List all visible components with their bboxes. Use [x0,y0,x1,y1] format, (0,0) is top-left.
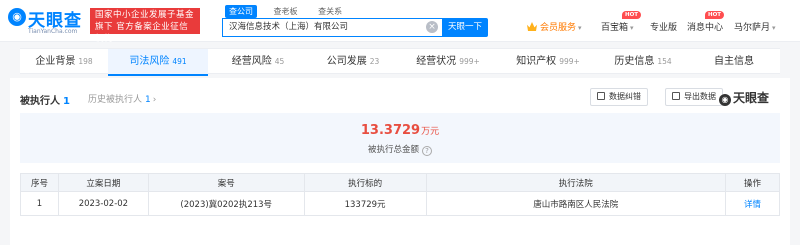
tab-count: 23 [369,57,380,66]
section-title-label: 被执行人 [20,96,60,107]
history-executed-link[interactable]: 历史被执行人 1 › [88,92,156,105]
tab-label: 公司发展 [326,56,367,67]
message-center-link[interactable]: 消息中心 [687,20,723,33]
tab-count: 999+ [559,57,580,66]
pro-version-link[interactable]: 专业版 [650,20,677,33]
tab-label: 经营风险 [231,56,272,67]
hot-badge: HOT [705,11,725,19]
company-section-tabs: 企业背景 198 司法风险 491 经营风险 45 公司发展 23 经营状况 999+ 知… [20,48,780,76]
tab-label: 司法风险 [129,56,170,67]
tab-count: 999+ [459,57,480,66]
table-row: 1 2023-02-02 (2023)冀0202执213号 133729元 唐山… [20,191,780,216]
data-correction-button[interactable]: 数据纠错 [590,88,648,106]
total-amount-value: 13.3729 [360,123,421,138]
cell-execution-amount: 133729元 [303,191,427,216]
amount-summary: 13.3729万元 被执行总金额? [20,113,780,163]
tab-count: 491 [172,57,187,66]
search-type-tabs: 查公司 查老板 查关系 [225,5,356,18]
vip-label: 会员服务 [540,23,577,33]
toolbox-link[interactable]: 百宝箱 ▾ [601,20,634,33]
column-header: 序号 [20,173,59,192]
crown-icon [527,22,537,31]
watermark-text: 天眼查 [733,91,770,105]
chevron-down-icon: ▾ [630,24,634,32]
tab-company-development[interactable]: 公司发展 23 [308,49,398,75]
edit-icon [597,92,605,100]
tab-judicial-risk[interactable]: 司法风险 491 [108,49,208,76]
column-header: 案号 [147,173,305,192]
total-amount-unit: 万元 [421,127,440,137]
details-link[interactable]: 详情 [725,191,780,216]
search-button[interactable]: 天眼一下 [442,18,488,37]
tab-label: 经营状况 [416,56,457,67]
tab-label: 历史信息 [614,56,655,67]
vip-service-link[interactable]: 会员服务 ▾ [527,20,582,33]
search-tab-relation[interactable]: 查关系 [314,5,346,18]
history-label: 历史被执行人 [88,95,143,105]
total-amount-label: 被执行总金额? [20,143,780,156]
cell-index: 1 [20,191,59,216]
tab-label: 知识产权 [516,56,557,67]
cell-filing-date: 2023-02-02 [57,191,149,216]
data-correction-label: 数据纠错 [609,92,641,101]
logo-subtext: TianYanCha.com [28,28,78,35]
eye-logo-icon: ◉ [719,94,731,106]
user-menu[interactable]: 马尔萨月 ▾ [734,20,776,33]
tab-label: 自主信息 [714,56,754,67]
export-icon [672,92,680,100]
tab-count: 154 [657,57,672,66]
gov-badge: 国家中小企业发展子基金旗下 官方备案企业征信机构 [90,8,200,44]
column-header: 操作 [725,173,780,192]
username: 马尔萨月 [734,23,771,33]
export-data-label: 导出数据 [684,92,716,101]
total-amount: 13.3729万元 [20,123,780,138]
search-input[interactable]: 汉海信息技术（上海）有限公司 [222,18,442,37]
column-header: 执行法院 [425,173,727,192]
column-header: 执行标的 [303,173,427,192]
logo[interactable]: ◉ 天眼查 TianYanCha.com [8,6,88,36]
section-title-count: 1 [63,96,70,107]
eye-logo-icon: ◉ [8,8,26,26]
chevron-down-icon: ▾ [578,24,582,32]
chevron-right-icon: › [152,95,157,105]
help-icon[interactable]: ? [422,146,432,156]
clear-icon[interactable]: × [426,21,438,33]
tab-label: 企业背景 [35,56,76,67]
tab-operating-risk[interactable]: 经营风险 45 [208,49,308,75]
tab-intellectual-property[interactable]: 知识产权 999+ [498,49,598,75]
total-amount-caption: 被执行总金额 [367,145,419,155]
tab-self-info[interactable]: 自主信息 [688,49,780,75]
hot-badge: HOT [622,11,642,19]
search-tab-boss[interactable]: 查老板 [270,5,302,18]
section-title[interactable]: 被执行人 1 [20,92,70,107]
tab-count: 45 [274,57,285,66]
toolbox-label: 百宝箱 [601,23,629,33]
executed-person-table: 序号 立案日期 案号 执行标的 执行法院 操作 1 2023-02-02 (20… [20,173,780,216]
chevron-down-icon: ▾ [772,24,776,32]
tab-business-status[interactable]: 经营状况 999+ [398,49,498,75]
search-tab-company[interactable]: 查公司 [225,5,257,18]
export-data-button[interactable]: 导出数据 [665,88,723,106]
table-header-row: 序号 立案日期 案号 执行标的 执行法院 操作 [20,173,780,192]
cell-case-number: (2023)冀0202执213号 [147,191,305,216]
executed-person-panel: 被执行人 1 历史被执行人 1 › 数据纠错 导出数据 ◉ 天眼查 13.3729万元 … [10,78,790,245]
top-header: ◉ 天眼查 TianYanCha.com 国家中小企业发展子基金旗下 官方备案企… [0,0,800,44]
column-header[interactable]: 立案日期 [57,173,149,192]
cell-court: 唐山市路南区人民法院 [425,191,727,216]
tab-history-info[interactable]: 历史信息 154 [598,49,688,75]
tab-company-background[interactable]: 企业背景 198 [20,49,108,75]
watermark-logo: ◉ 天眼查 [719,89,769,106]
tab-count: 198 [78,57,93,66]
history-count: 1 [145,95,151,105]
